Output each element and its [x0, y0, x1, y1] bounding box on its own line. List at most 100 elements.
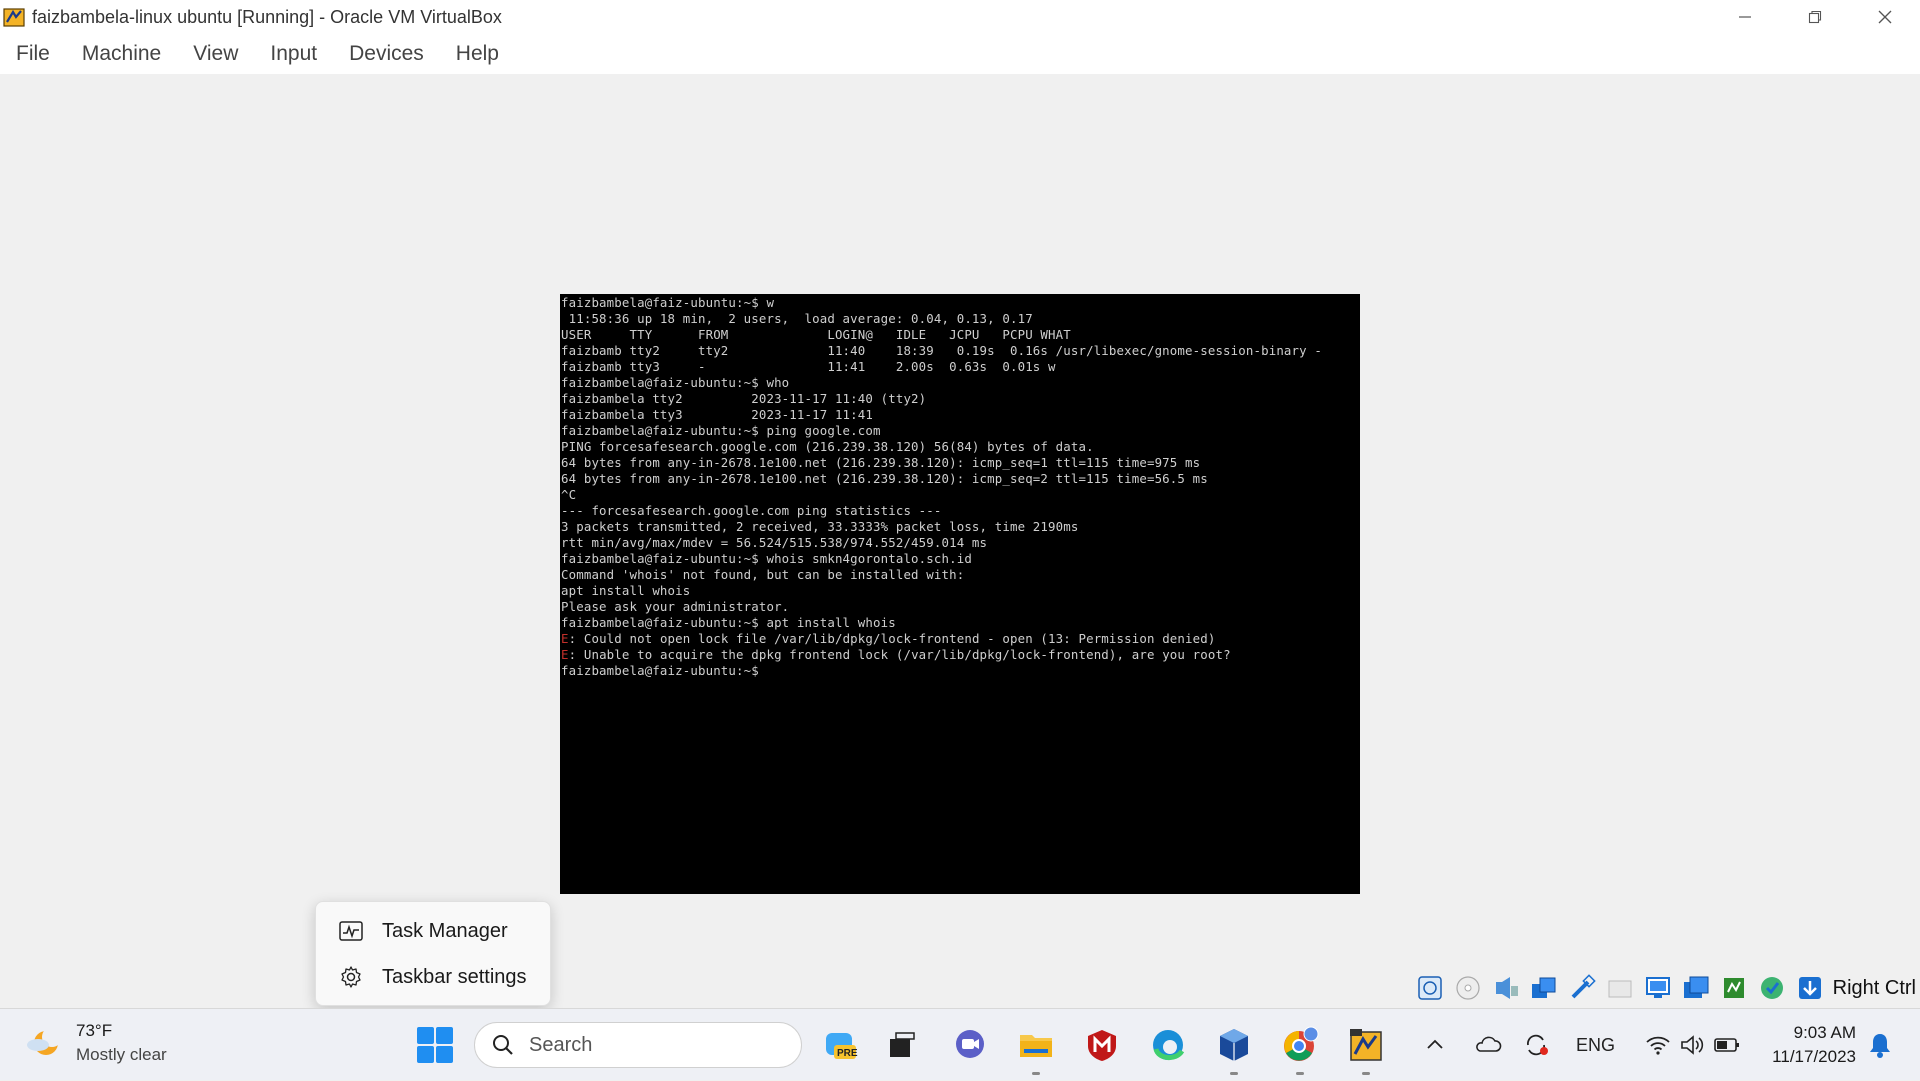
restore-icon: [1808, 10, 1822, 24]
taskbar-context-menu: Task Manager Taskbar settings: [315, 901, 551, 1006]
window-title: faizbambela-linux ubuntu [Running] - Ora…: [32, 6, 502, 27]
edge-icon: [1153, 1030, 1185, 1060]
menu-devices[interactable]: Devices: [349, 42, 424, 66]
minimize-button[interactable]: [1710, 0, 1780, 34]
keyboard-capture-icon[interactable]: [1793, 971, 1827, 1005]
start-logo-tile: [436, 1027, 453, 1044]
clock-date: 11/17/2023: [1772, 1047, 1856, 1066]
terminal-line-text: Please ask your administrator.: [561, 599, 790, 614]
start-button[interactable]: [417, 1027, 453, 1063]
start-logo-tile: [417, 1046, 434, 1063]
terminal-line-text: faizbambela@faiz-ubuntu:~$: [561, 663, 759, 678]
weather-widget[interactable]: 73°F Mostly clear: [24, 1021, 167, 1065]
virtualbox-cube-icon: [1220, 1029, 1248, 1061]
weather-temperature: 73°F: [76, 1021, 113, 1040]
chevron-up-icon[interactable]: [1424, 1034, 1446, 1056]
optical-drive-icon[interactable]: [1451, 971, 1485, 1005]
menu-view[interactable]: View: [193, 42, 238, 66]
terminal-line-text: faizbambela@faiz-ubuntu:~$ apt install w…: [561, 615, 896, 630]
running-indicator: [1230, 1072, 1238, 1075]
terminal-line-text: : Could not open lock file /var/lib/dpkg…: [568, 631, 1216, 646]
terminal-line-text: apt install whois: [561, 583, 691, 598]
system-tray: ENG: [1424, 1009, 1741, 1081]
menu-bar: File Machine View Input Devices Help: [0, 34, 1920, 74]
folder-icon: [1020, 1035, 1052, 1057]
speaker-icon[interactable]: [1679, 1034, 1705, 1056]
terminal-line: Command 'whois' not found, but can be in…: [561, 567, 1360, 583]
sync-icon[interactable]: [1522, 1031, 1550, 1059]
chat-icon: [956, 1030, 984, 1058]
virtualbox-vm-app[interactable]: [1344, 1023, 1388, 1075]
terminal-line-text: --- forcesafesearch.google.com ping stat…: [561, 503, 942, 518]
mouse-integration-icon[interactable]: [1755, 971, 1789, 1005]
terminal-line-text: 3 packets transmitted, 2 received, 33.33…: [561, 519, 1079, 534]
terminal-line-text: faizbambela@faiz-ubuntu:~$ who: [561, 375, 790, 390]
terminal-line: 64 bytes from any-in-2678.1e100.net (216…: [561, 471, 1360, 487]
mcafee-app[interactable]: [1080, 1023, 1124, 1067]
moon-cloud-icon: [27, 1027, 62, 1055]
running-indicator: [1296, 1072, 1304, 1075]
terminal-line-text: faizbambela@faiz-ubuntu:~$ whois smkn4go…: [561, 551, 972, 566]
error-prefix: E: [561, 647, 569, 662]
terminal-line-text: Command 'whois' not found, but can be in…: [561, 567, 965, 582]
battery-icon[interactable]: [1713, 1035, 1741, 1055]
terminal-line: Please ask your administrator.: [561, 599, 1360, 615]
terminal-line-text: faizbamb tty2 tty2 11:40 18:39 0.19s 0.1…: [561, 343, 1322, 358]
close-button[interactable]: [1850, 0, 1920, 34]
network-icon[interactable]: [1527, 971, 1561, 1005]
virtualbox-manager-app[interactable]: [1212, 1023, 1256, 1075]
terminal-line-text: faizbambela tty3 2023-11-17 11:41: [561, 407, 874, 422]
task-view-app[interactable]: [880, 1023, 924, 1067]
terminal-line: faizbamb tty2 tty2 11:40 18:39 0.19s 0.1…: [561, 343, 1360, 359]
cpu-icon[interactable]: [1717, 971, 1751, 1005]
vm-display-area[interactable]: faizbambela@faiz-ubuntu:~$ w 11:58:36 up…: [0, 74, 1920, 1008]
menu-input[interactable]: Input: [270, 42, 317, 66]
start-logo-tile: [436, 1046, 453, 1063]
usb-icon[interactable]: [1565, 971, 1599, 1005]
notifications-button[interactable]: [1868, 1031, 1892, 1064]
teams-chat-app[interactable]: [948, 1023, 992, 1067]
edge-browser-app[interactable]: [1146, 1023, 1190, 1067]
terminal-line: faizbambela@faiz-ubuntu:~$ w: [561, 295, 1360, 311]
menu-help[interactable]: Help: [456, 42, 499, 66]
chrome-app[interactable]: [1278, 1023, 1322, 1075]
taskbar-settings-menu-item[interactable]: Taskbar settings: [316, 954, 550, 1000]
audio-icon[interactable]: [1489, 971, 1523, 1005]
terminal-line-text: faizbambela@faiz-ubuntu:~$ ping google.c…: [561, 423, 881, 438]
weather-description: Mostly clear: [76, 1045, 167, 1064]
wifi-icon[interactable]: [1645, 1034, 1671, 1056]
copilot-preview-app[interactable]: PRE: [818, 1023, 862, 1067]
taskbar-settings-label: Taskbar settings: [382, 965, 527, 988]
restore-button[interactable]: [1780, 0, 1850, 34]
virtualbox-vm-icon: [1350, 1029, 1382, 1061]
onedrive-cloud-icon[interactable]: [1474, 1033, 1502, 1057]
terminal-line-text: faizbambela@faiz-ubuntu:~$ w: [561, 295, 775, 310]
svg-text:PRE: PRE: [837, 1048, 858, 1059]
taskbar-search[interactable]: Search: [474, 1022, 802, 1068]
input-language-indicator[interactable]: ENG: [1576, 1035, 1615, 1056]
running-indicator: [1032, 1072, 1040, 1075]
hard-disk-icon[interactable]: [1413, 971, 1447, 1005]
menu-machine[interactable]: Machine: [82, 42, 161, 66]
menu-file[interactable]: File: [16, 42, 50, 66]
terminal-line-text: 64 bytes from any-in-2678.1e100.net (216…: [561, 455, 1201, 470]
terminal-line: rtt min/avg/max/mdev = 56.524/515.538/97…: [561, 535, 1360, 551]
terminal-line: faizbambela@faiz-ubuntu:~$ ping google.c…: [561, 423, 1360, 439]
error-prefix: E: [561, 631, 569, 646]
terminal-line: 3 packets transmitted, 2 received, 33.33…: [561, 519, 1360, 535]
shared-folders-icon[interactable]: [1603, 971, 1637, 1005]
clock[interactable]: 9:03 AM 11/17/2023: [1772, 1021, 1856, 1069]
task-manager-icon: [338, 918, 364, 944]
terminal-line: faizbambela@faiz-ubuntu:~$ whois smkn4go…: [561, 551, 1360, 567]
task-manager-menu-item[interactable]: Task Manager: [316, 908, 550, 954]
terminal-line: 11:58:36 up 18 min, 2 users, load averag…: [561, 311, 1360, 327]
terminal-line: PING forcesafesearch.google.com (216.239…: [561, 439, 1360, 455]
recording-icon[interactable]: [1679, 971, 1713, 1005]
search-label: Search: [529, 1033, 593, 1056]
vm-terminal-screen[interactable]: faizbambela@faiz-ubuntu:~$ w 11:58:36 up…: [560, 294, 1360, 894]
host-key-label: Right Ctrl: [1832, 976, 1916, 999]
bell-icon: [1870, 1034, 1890, 1058]
display-icon[interactable]: [1641, 971, 1675, 1005]
file-explorer-app[interactable]: [1014, 1023, 1058, 1075]
terminal-line: E: Unable to acquire the dpkg frontend l…: [561, 647, 1360, 663]
